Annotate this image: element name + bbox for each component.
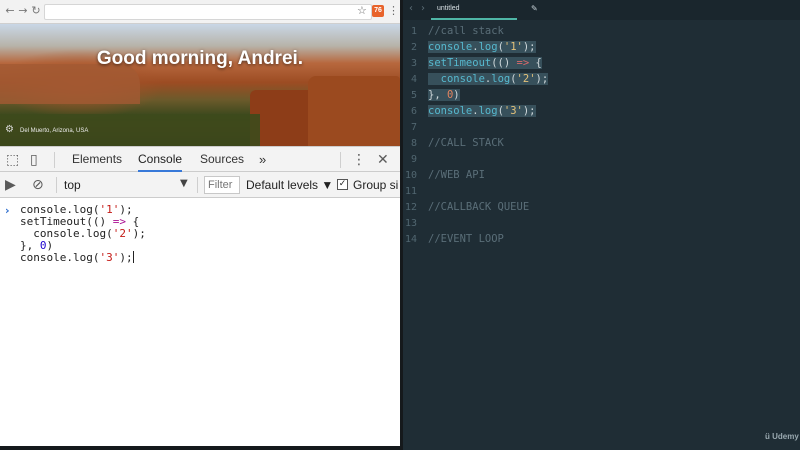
group-similar-label: Group si	[353, 178, 399, 192]
bottom-bar	[0, 446, 400, 450]
active-tab-indicator	[431, 18, 517, 20]
device-toolbar-icon[interactable]: ▯	[30, 152, 38, 168]
editor-tab-bar: ‹ › untitled ✎	[403, 0, 800, 20]
bookmark-star-icon[interactable]: ☆	[357, 4, 367, 17]
line-number: 10	[404, 170, 417, 181]
line-number: 4	[410, 74, 417, 85]
line-number: 6	[410, 106, 417, 117]
extension-icon[interactable]: 76	[372, 5, 384, 17]
reload-icon[interactable]: ↻	[29, 4, 43, 18]
tab-label: untitled	[437, 5, 460, 12]
console-panel[interactable]: › console.log('1'); setTimeout(() => { c…	[0, 198, 400, 446]
code-editor: ‹ › untitled ✎ 1 2 3 4 5 6 7 8 9 10 11 1…	[403, 0, 800, 450]
toolbar-divider	[56, 177, 57, 193]
gear-icon[interactable]: ⚙	[5, 124, 14, 135]
console-prompt-icon: ›	[5, 204, 10, 217]
devtools-toolbar: ⬚ ▯ Elements Console Sources » ⋮ ✕	[0, 146, 400, 172]
code-comment[interactable]: //CALL STACK	[428, 137, 504, 149]
chevron-down-icon[interactable]: ▼	[180, 178, 188, 189]
code-comment[interactable]: //CALLBACK QUEUE	[428, 201, 529, 213]
browser-window: ← → ↻ ☆ 76 ⋮ Good morning, Andrei. ⚙ Del…	[0, 0, 400, 446]
tab-console[interactable]: Console	[138, 152, 183, 172]
line-number: 14	[404, 234, 417, 245]
code-line[interactable]: setTimeout(() => {	[428, 57, 542, 69]
console-filter-bar: ▶ ⊘ top ▼ Default levels ▼ ✓ Group si	[0, 172, 400, 198]
line-number: 2	[410, 42, 417, 53]
browser-toolbar: ← → ↻ ☆ 76 ⋮	[0, 0, 400, 24]
line-number: 9	[410, 154, 417, 165]
code-comment[interactable]: //call stack	[428, 25, 504, 37]
udemy-logo: ü Udemy	[765, 432, 799, 441]
filter-input[interactable]	[204, 176, 240, 194]
new-tab-background: Good morning, Andrei. ⚙ Del Muerto, Ariz…	[0, 24, 400, 146]
code-line[interactable]: console.log('2');	[428, 73, 549, 85]
group-similar-checkbox[interactable]: ✓	[337, 179, 348, 190]
greeting-text: Good morning, Andrei.	[96, 48, 304, 69]
pencil-icon[interactable]: ✎	[531, 4, 538, 13]
udemy-mark-icon: ü	[765, 432, 770, 441]
console-line[interactable]: console.log('3');	[20, 251, 134, 264]
code-comment[interactable]: //EVENT LOOP	[428, 233, 504, 245]
rock-formation	[308, 76, 400, 146]
chevron-left-icon[interactable]: ‹	[409, 3, 413, 14]
text-caret	[132, 251, 134, 263]
toolbar-divider	[54, 152, 55, 168]
line-number: 11	[404, 186, 417, 197]
line-number: 5	[410, 90, 417, 101]
log-levels-dropdown[interactable]: Default levels ▼	[246, 178, 333, 192]
code-line[interactable]: }, 0)	[428, 89, 460, 101]
code-line[interactable]: console.log('1');	[428, 41, 536, 53]
context-selector[interactable]: top	[64, 178, 81, 192]
address-bar[interactable]	[44, 4, 372, 20]
show-sidebar-icon[interactable]: ▶	[5, 177, 16, 193]
more-tabs-icon[interactable]: »	[259, 152, 266, 167]
toolbar-divider	[340, 152, 341, 168]
code-line[interactable]: console.log('3');	[428, 105, 536, 117]
tab-untitled[interactable]: untitled ✎	[431, 0, 538, 20]
tab-elements[interactable]: Elements	[72, 152, 122, 166]
forward-icon[interactable]: →	[16, 4, 30, 18]
clear-console-icon[interactable]: ⊘	[32, 177, 44, 193]
chevron-right-icon[interactable]: ›	[421, 3, 425, 14]
browser-menu-icon[interactable]: ⋮	[388, 4, 399, 17]
tab-sources[interactable]: Sources	[200, 152, 244, 166]
line-number: 7	[410, 122, 417, 133]
rock-formation	[0, 64, 140, 104]
line-number: 13	[404, 218, 417, 229]
close-icon[interactable]: ✕	[377, 152, 389, 168]
line-number: 12	[404, 202, 417, 213]
inspect-element-icon[interactable]: ⬚	[6, 152, 19, 168]
toolbar-divider	[197, 177, 198, 193]
line-number: 3	[410, 58, 417, 69]
back-icon[interactable]: ←	[3, 4, 17, 18]
udemy-wordmark: Udemy	[772, 432, 799, 441]
devtools-menu-icon[interactable]: ⋮	[352, 152, 366, 168]
line-number: 8	[410, 138, 417, 149]
line-number: 1	[410, 26, 417, 37]
code-comment[interactable]: //WEB API	[428, 169, 485, 181]
photo-location[interactable]: Del Muerto, Arizona, USA	[20, 128, 88, 134]
